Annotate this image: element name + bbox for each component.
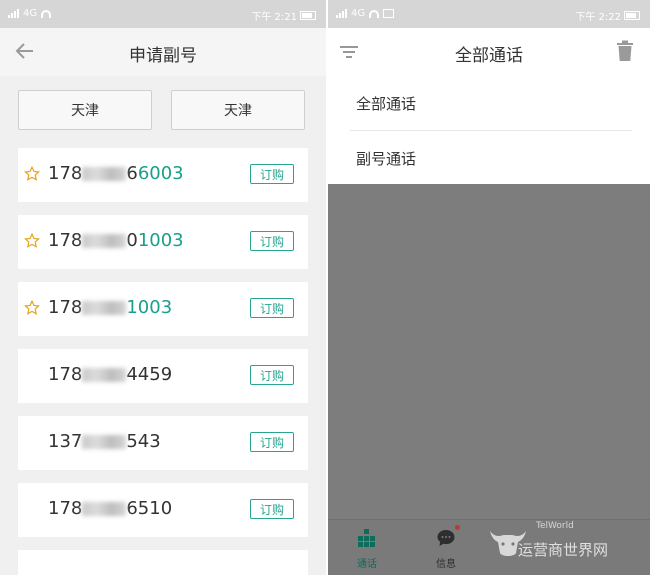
status-time: 下午 2:22 xyxy=(575,12,621,23)
header: 全部通话 xyxy=(328,28,650,76)
tab-messages[interactable]: 信息 xyxy=(421,525,471,570)
number-row[interactable]: 178 66003 订购 xyxy=(18,148,308,202)
order-button[interactable]: 订购 xyxy=(250,164,294,184)
tab-label: 通话 xyxy=(357,559,377,570)
number-row[interactable]: 137 543 订购 xyxy=(18,416,308,470)
watermark-small-text: TelWorld xyxy=(536,521,574,531)
dim-overlay[interactable] xyxy=(328,184,650,575)
wifi-icon xyxy=(41,9,52,18)
status-bar: 4G 下午 2:21 xyxy=(0,0,326,28)
star-icon[interactable] xyxy=(24,233,40,249)
watermark: TelWorld 运营商世界网 xyxy=(488,521,638,565)
number-row[interactable]: 178 4459 订购 xyxy=(18,349,308,403)
call-filter-menu: 全部通话 副号通话 xyxy=(328,76,650,185)
order-button[interactable]: 订购 xyxy=(250,432,294,452)
battery-icon xyxy=(300,11,316,20)
battery-icon xyxy=(624,11,640,20)
number-row[interactable]: 178 01003 订购 xyxy=(18,215,308,269)
phone-number: 178 4459 xyxy=(48,364,173,385)
star-icon[interactable] xyxy=(24,300,40,316)
order-button[interactable]: 订购 xyxy=(250,499,294,519)
dialpad-icon xyxy=(358,529,375,547)
network-type: 4G xyxy=(351,8,366,19)
phone-number: 178 6510 xyxy=(48,498,173,519)
page-title: 申请副号 xyxy=(129,46,197,66)
wifi-icon xyxy=(369,9,380,18)
bottom-tab-bar: 通话 信息 TelWorld 运营商世界网 xyxy=(328,519,650,575)
menu-item-all-calls[interactable]: 全部通话 xyxy=(328,76,650,130)
phone-number: 137 543 xyxy=(48,431,161,452)
header: 申请副号 xyxy=(0,28,326,76)
province-select-button[interactable]: 天津 xyxy=(18,90,152,130)
order-button[interactable]: 订购 xyxy=(250,231,294,251)
status-bar: 4G 下午 2:22 xyxy=(328,0,650,28)
tab-calls[interactable]: 通话 xyxy=(342,528,392,570)
unread-dot xyxy=(455,525,460,530)
apply-secondary-number-screen: 4G 下午 2:21 申请副号 天津 天津 178 66003 订购 178 010… xyxy=(0,0,326,575)
phone-number: 178 1003 xyxy=(48,297,173,318)
watermark-large-text: 运营商世界网 xyxy=(518,541,609,559)
message-icon xyxy=(437,530,455,546)
order-button[interactable]: 订购 xyxy=(250,298,294,318)
page-title: 全部通话 xyxy=(455,46,523,66)
city-selector: 天津 天津 xyxy=(18,90,306,132)
number-row[interactable]: 178 1003 订购 xyxy=(18,282,308,336)
city-select-button[interactable]: 天津 xyxy=(171,90,305,130)
image-notification-icon xyxy=(383,9,395,18)
number-row[interactable]: 178 6510 订购 xyxy=(18,483,308,537)
phone-number: 178 66003 xyxy=(48,163,184,184)
signal-icon xyxy=(8,9,19,18)
star-icon[interactable] xyxy=(24,166,40,182)
menu-item-secondary-calls[interactable]: 副号通话 xyxy=(328,131,650,185)
number-row-partial[interactable] xyxy=(18,550,308,575)
all-calls-screen: 4G 下午 2:22 全部通话 全部通话 副号通话 通话 信息 TelWorld… xyxy=(328,0,650,575)
signal-icon xyxy=(336,9,347,18)
trash-icon[interactable] xyxy=(616,40,634,62)
tab-label: 信息 xyxy=(436,559,456,570)
order-button[interactable]: 订购 xyxy=(250,365,294,385)
network-type: 4G xyxy=(23,8,38,19)
status-time: 下午 2:21 xyxy=(251,12,297,23)
phone-number: 178 01003 xyxy=(48,230,184,251)
